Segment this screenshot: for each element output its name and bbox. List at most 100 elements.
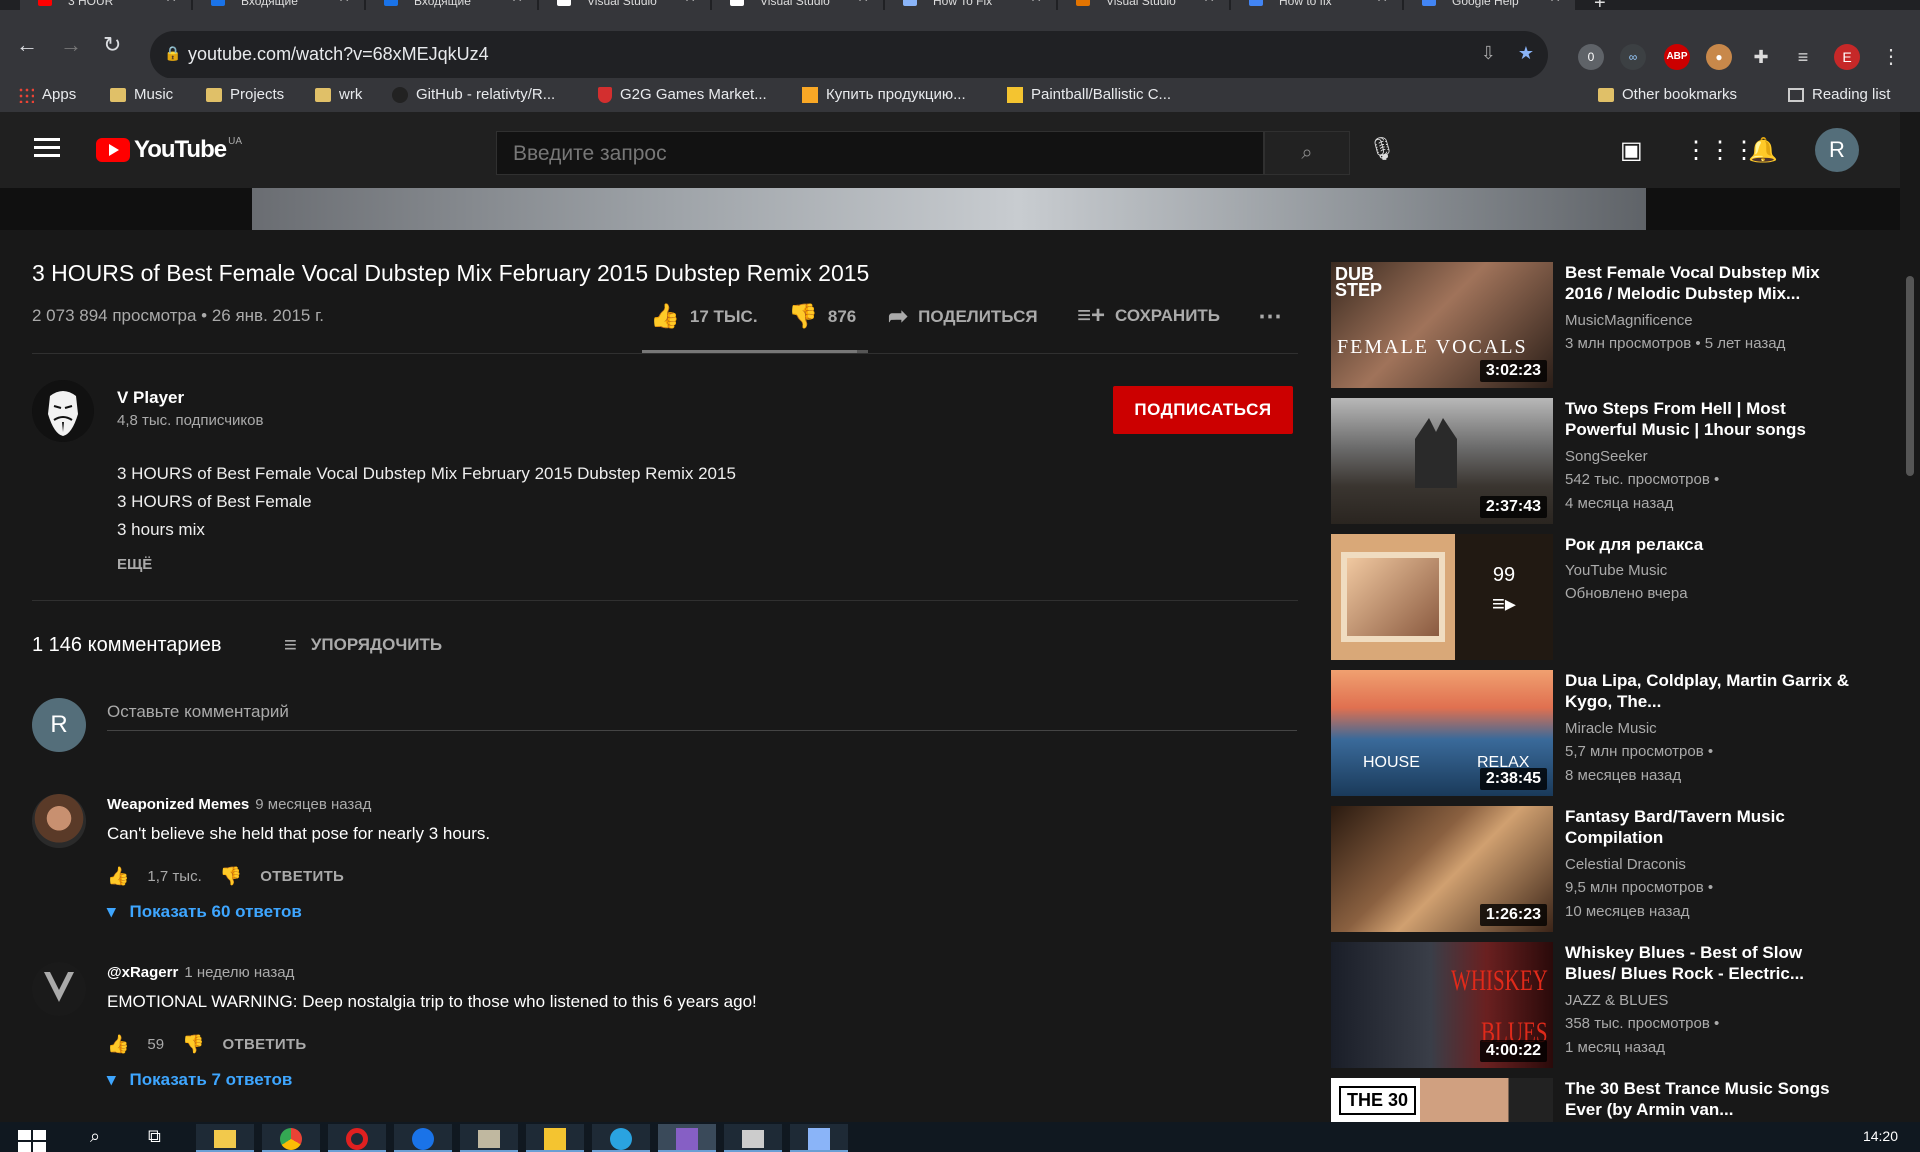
browser-tab[interactable]: Visual Studio✕ (1058, 0, 1230, 10)
bookmarks-bar: Apps Music Projects wrk GitHub - relativ… (0, 78, 1920, 112)
commenter-avatar[interactable] (32, 962, 86, 1016)
taskbar-telegram[interactable] (592, 1124, 650, 1152)
recommended-video[interactable]: 2:37:43 Two Steps From Hell | Most Power… (1331, 398, 1851, 524)
browser-tab[interactable]: Visual Studio✕ (539, 0, 711, 10)
recommended-views: 358 тыс. просмотров • (1565, 1015, 1720, 1032)
taskbar-visual-studio[interactable] (658, 1124, 716, 1152)
reload-icon[interactable]: ↻ (103, 32, 121, 58)
recommended-video[interactable]: DUB STEP FEMALE VOCALS 3:02:23 Best Fema… (1331, 262, 1851, 388)
thumbs-down-icon[interactable]: 👎 (182, 1034, 204, 1055)
create-video-icon[interactable]: ▣ (1620, 136, 1643, 165)
browser-tab[interactable]: How To Fix✕ (885, 0, 1057, 10)
browser-tab[interactable]: Visual Studio✕ (712, 0, 884, 10)
extension-shield-icon[interactable]: 0 (1578, 44, 1604, 70)
channel-name[interactable]: V Player (117, 388, 184, 408)
install-app-icon[interactable]: ⇩ (1481, 43, 1496, 64)
recommended-video[interactable]: 1:26:23 Fantasy Bard/Tavern Music Compil… (1331, 806, 1851, 932)
taskbar-app[interactable] (460, 1124, 518, 1152)
scrollbar-thumb[interactable] (1906, 276, 1914, 476)
back-arrow-icon[interactable]: ← (16, 32, 38, 58)
thumbnail-caption: FEMALE VOCALS (1337, 336, 1528, 358)
recommended-playlist[interactable]: 99 ≡▸ Рок для релакса YouTube Music Обно… (1331, 534, 1851, 660)
dislike-button[interactable]: 👎 876 (788, 302, 856, 331)
browser-tab[interactable]: Google Help✕ (1404, 0, 1576, 10)
comment-author[interactable]: @xRagerr 1 неделю назад (107, 964, 294, 981)
sort-comments-button[interactable]: ≡ УПОРЯДОЧИТЬ (284, 632, 442, 658)
taskbar-file-explorer[interactable] (196, 1124, 254, 1152)
bookmark-other[interactable]: Other bookmarks (1598, 86, 1737, 103)
video-duration: 4:00:22 (1479, 1040, 1547, 1062)
search-button[interactable]: ⌕ (1264, 131, 1350, 175)
bookmark-star-icon[interactable]: ★ (1518, 43, 1534, 64)
bookmark-paintball[interactable]: Paintball/Ballistic C... (1007, 86, 1171, 103)
taskbar-clock: 14:20 (1862, 1128, 1898, 1144)
save-button[interactable]: ≡+ СОХРАНИТЬ (1077, 302, 1220, 330)
notifications-bell-icon[interactable]: 🔔 (1748, 136, 1778, 165)
page-scrollbar[interactable] (1900, 112, 1920, 1122)
browser-tab[interactable]: Входящие✕ (366, 0, 538, 10)
microphone-icon[interactable]: 🎙 (1368, 136, 1396, 162)
media-control-icon[interactable]: ≡ (1790, 44, 1816, 70)
add-comment-input[interactable]: Оставьте комментарий (107, 702, 289, 722)
bookmark-folder-projects[interactable]: Projects (206, 86, 284, 103)
reply-button[interactable]: ОТВЕТИТЬ (260, 868, 344, 885)
recommended-title: Dua Lipa, Coldplay, Martin Garrix & Kygo… (1565, 671, 1850, 711)
bookmark-apps[interactable]: Apps (18, 86, 76, 103)
show-replies-button[interactable]: Показать 7 ответов (107, 1070, 293, 1090)
thumbs-up-icon[interactable]: 👍 (107, 866, 129, 887)
recommended-video[interactable]: WHISKEY BLUES 4:00:22 Whiskey Blues - Be… (1331, 942, 1851, 1068)
more-actions-button[interactable]: ⋯ (1258, 302, 1282, 331)
profile-avatar[interactable]: E (1834, 44, 1860, 70)
subscribe-button[interactable]: ПОДПИСАТЬСЯ (1113, 386, 1293, 434)
task-view-icon[interactable]: ⧉ (148, 1126, 161, 1147)
extensions-puzzle-icon[interactable]: ✚ (1748, 44, 1774, 70)
youtube-logo[interactable]: YouTube UA (96, 136, 242, 164)
search-icon[interactable]: ⌕ (90, 1126, 100, 1147)
channel-subscribers: 4,8 тыс. подписчиков (117, 412, 264, 429)
taskbar-app[interactable] (724, 1124, 782, 1152)
extension-glasses-icon[interactable]: ∞ (1620, 44, 1646, 70)
folder-icon (110, 87, 126, 102)
recommended-video[interactable]: HOUSE RELAX 2:38:45 Dua Lipa, Coldplay, … (1331, 670, 1851, 796)
bookmark-folder-music[interactable]: Music (110, 86, 173, 103)
taskbar-chrome[interactable] (262, 1124, 320, 1152)
browser-tab[interactable]: Входящие✕ (193, 0, 365, 10)
bookmark-folder-wrk[interactable]: wrk (315, 86, 362, 103)
github-icon (392, 86, 408, 103)
windows-start-icon[interactable] (18, 1130, 46, 1152)
taskbar-app[interactable] (526, 1124, 584, 1152)
browser-tab[interactable]: 3 HOUR✕ (20, 0, 192, 10)
video-player[interactable] (0, 188, 1900, 230)
channel-avatar[interactable] (32, 380, 94, 442)
thumbs-down-icon[interactable]: 👎 (220, 866, 242, 887)
browser-menu-icon[interactable]: ⋮ (1878, 44, 1904, 70)
show-replies-button[interactable]: Показать 60 ответов (107, 902, 302, 922)
thumbs-up-icon[interactable]: 👍 (107, 1034, 129, 1055)
share-button[interactable]: ➦ ПОДЕЛИТЬСЯ (888, 302, 1038, 331)
reply-button[interactable]: ОТВЕТИТЬ (223, 1036, 307, 1053)
adblock-plus-icon[interactable]: ABP (1664, 44, 1690, 70)
account-avatar[interactable]: R (1815, 128, 1859, 172)
page-favicon-icon (1249, 0, 1263, 6)
bookmark-github[interactable]: GitHub - relativty/R... (392, 86, 555, 103)
search-input[interactable]: Введите запрос (496, 131, 1264, 175)
taskbar-app[interactable] (790, 1124, 848, 1152)
new-tab-icon[interactable]: + (1594, 0, 1606, 10)
apps-grid-icon[interactable]: ⋮⋮⋮ (1684, 136, 1756, 165)
like-button[interactable]: 👍 17 ТЫС. (650, 302, 758, 331)
cookie-extension-icon[interactable]: ● (1706, 44, 1732, 70)
forward-arrow-icon[interactable]: → (60, 32, 82, 58)
bookmark-shop[interactable]: Купить продукцию... (802, 86, 966, 103)
browser-tab[interactable]: How to fix✕ (1231, 0, 1403, 10)
hamburger-menu-icon[interactable] (34, 138, 60, 158)
comment-author[interactable]: Weaponized Memes 9 месяцев назад (107, 796, 371, 813)
taskbar-app[interactable] (394, 1124, 452, 1152)
show-more-button[interactable]: ЕЩЁ (117, 556, 152, 573)
taskbar-opera[interactable] (328, 1124, 386, 1152)
recommended-video[interactable]: THE 30 The 30 Best Trance Music Songs Ev… (1331, 1078, 1851, 1122)
address-bar[interactable]: 🔒 youtube.com/watch?v=68xMEJqkUz4 ⇩ ★ (150, 31, 1548, 79)
commenter-avatar[interactable] (32, 794, 86, 848)
bookmark-g2g[interactable]: G2G Games Market... (598, 86, 767, 103)
browser-tab-strip: 3 HOUR✕ Входящие✕ Входящие✕ Visual Studi… (0, 0, 1920, 10)
reading-list-button[interactable]: Reading list (1788, 86, 1890, 103)
